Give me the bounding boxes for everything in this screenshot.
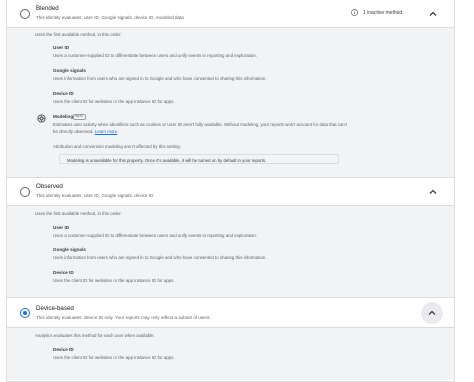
- observed-radio[interactable]: [20, 187, 30, 197]
- chevron-up-icon[interactable]: [428, 9, 438, 19]
- notice-text: Modeling is unavailable for this propert…: [67, 157, 267, 163]
- blended-radio[interactable]: [20, 9, 30, 19]
- method-label: Device ID: [53, 91, 74, 96]
- device-based-intro: Analytics evaluates this method for each…: [35, 333, 155, 338]
- observed-title: Observed: [36, 183, 63, 190]
- method-label: Google signals: [53, 68, 86, 73]
- modeling-unavailable-notice: Modeling is unavailable for this propert…: [59, 154, 339, 164]
- learn-more-link[interactable]: Learn more: [95, 129, 117, 134]
- modeling-icon: [37, 114, 46, 123]
- device-based-option-header[interactable]: Device-based This identity evaluates: de…: [7, 298, 454, 328]
- modeling-desc-line1: Estimates user activity when identifiers…: [53, 122, 347, 127]
- device-based-radio[interactable]: [20, 308, 30, 318]
- method-label: Device ID: [53, 347, 74, 352]
- device-based-title: Device-based: [36, 305, 74, 312]
- reporting-identity-list: Blended This identity evaluates: user ID…: [6, 0, 455, 382]
- chevron-up-icon[interactable]: [421, 302, 443, 324]
- method-desc: Uses information from users who are sign…: [53, 255, 267, 260]
- blended-option-header[interactable]: Blended This identity evaluates: user ID…: [7, 0, 454, 28]
- method-desc: Uses the client ID for websites or the a…: [53, 355, 175, 360]
- device-based-subtitle: This identity evaluates: device ID only.…: [36, 315, 211, 320]
- method-label: User ID: [53, 45, 70, 50]
- method-label: User ID: [53, 225, 70, 230]
- device-based-details: Analytics evaluates this method for each…: [7, 328, 454, 380]
- observed-details: Uses the first available method, in this…: [7, 206, 454, 298]
- method-desc: Uses a customer-supplied ID to different…: [53, 53, 257, 58]
- modeling-desc-text: be directly observed.: [53, 129, 94, 134]
- method-label: Google signals: [53, 247, 86, 252]
- inactive-method-label: 1 inactive method: [363, 9, 403, 16]
- blended-intro: Uses the first available method, in this…: [35, 32, 122, 37]
- method-desc: Uses a customer-supplied ID to different…: [53, 233, 257, 238]
- attribution-note: Attribution and conversion modeling aren…: [53, 144, 181, 149]
- method-label: Device ID: [53, 270, 74, 275]
- observed-option-header[interactable]: Observed This identity evaluates: user I…: [7, 178, 454, 206]
- method-desc: Uses the client ID for websites or the a…: [53, 278, 175, 283]
- observed-subtitle: This identity evaluates: user ID, Google…: [36, 193, 154, 198]
- info-icon: [351, 9, 358, 16]
- blended-title: Blended: [36, 5, 59, 12]
- chevron-up-icon[interactable]: [428, 187, 438, 197]
- observed-intro: Uses the first available method, in this…: [35, 211, 122, 216]
- method-desc: Uses the client ID for websites or the a…: [53, 99, 175, 104]
- modeling-label: Modeling: [53, 114, 74, 119]
- blended-details: Uses the first available method, in this…: [7, 28, 454, 178]
- beta-badge: BETA: [73, 114, 86, 121]
- modeling-desc-line2: be directly observed. Learn more: [53, 129, 117, 134]
- blended-subtitle: This identity evaluates: user ID, Google…: [36, 15, 184, 20]
- method-desc: Uses information from users who are sign…: [53, 76, 267, 81]
